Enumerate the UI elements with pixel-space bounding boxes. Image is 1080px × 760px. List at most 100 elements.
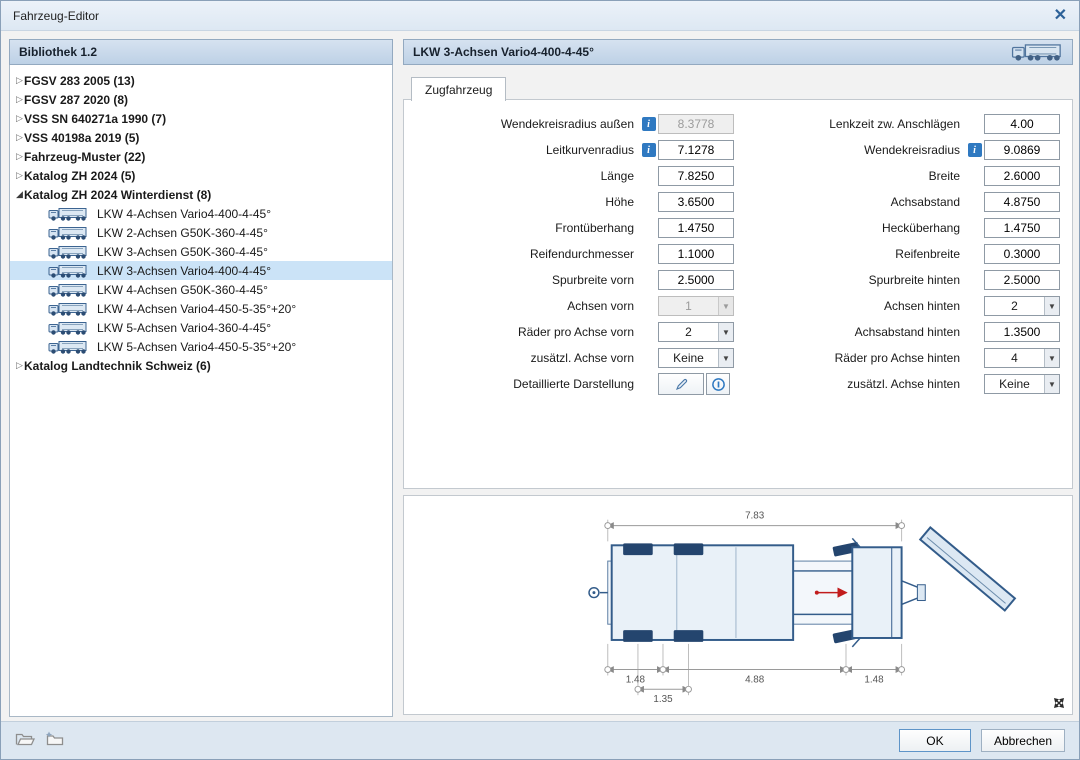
dim-front-overhang-label: 1.48 — [864, 674, 884, 685]
circle-bar-icon — [711, 377, 726, 392]
lenkzeit-input[interactable] — [984, 114, 1060, 134]
tree-item-vehicle[interactable]: LKW 4-Achsen Vario4-450-5-35°+20° — [10, 299, 392, 318]
title-bar[interactable]: Fahrzeug-Editor ✕ — [1, 1, 1079, 31]
tree-item-label: VSS SN 640271a 1990 (7) — [24, 112, 166, 126]
field-achsen-vorn: Achsen vorn 1 ▼ — [408, 296, 734, 316]
folder-open-icon[interactable] — [15, 731, 35, 750]
form-column-left: Wendekreisradius außen i Leitkurvenradiu… — [408, 114, 734, 400]
tree-item-vehicle[interactable]: LKW 4-Achsen G50K-360-4-45° — [10, 280, 392, 299]
raeder-pro-achse-vorn-select[interactable]: 2 ▼ — [658, 322, 734, 342]
spurbreite-vorn-input[interactable] — [658, 270, 734, 290]
wendekreisradius-aussen-input — [658, 114, 734, 134]
chevron-expanded-icon[interactable]: ◢ — [10, 189, 24, 200]
tree-item-fgsv-287[interactable]: ▷ FGSV 287 2020 (8) — [10, 90, 392, 109]
tree-item-vehicle[interactable]: LKW 5-Achsen Vario4-450-5-35°+20° — [10, 337, 392, 356]
tab-zugfahrzeug[interactable]: Zugfahrzeug — [411, 77, 506, 101]
tree-item-vss-640271a[interactable]: ▷ VSS SN 640271a 1990 (7) — [10, 109, 392, 128]
field-label: Reifendurchmesser — [408, 247, 639, 261]
field-label: zusätzl. Achse hinten — [734, 377, 965, 391]
chevron-down-icon[interactable]: ▼ — [1044, 297, 1059, 315]
field-leitkurvenradius: Leitkurvenradius i — [408, 140, 734, 160]
raeder-pro-achse-hinten-select[interactable]: 4 ▼ — [984, 348, 1060, 368]
chevron-down-icon: ▼ — [718, 297, 733, 315]
select-value: 2 — [985, 297, 1044, 315]
frontueberhang-input[interactable] — [658, 218, 734, 238]
field-raeder-pro-achse-vorn: Räder pro Achse vorn 2 ▼ — [408, 322, 734, 342]
truck-icon — [48, 321, 88, 335]
edit-detail-button[interactable] — [658, 373, 704, 395]
form-column-right: Lenkzeit zw. Anschlägen Wendekreisradius… — [734, 114, 1060, 400]
laenge-input[interactable] — [658, 166, 734, 186]
chevron-right-icon[interactable]: ▷ — [10, 170, 24, 181]
tree-item-fahrzeug-muster[interactable]: ▷ Fahrzeug-Muster (22) — [10, 147, 392, 166]
breite-input[interactable] — [984, 166, 1060, 186]
reifendurchmesser-input[interactable] — [658, 244, 734, 264]
dim-axle-spacing-label: 1.35 — [653, 694, 673, 705]
zusaetzl-achse-hinten-select[interactable]: Keine ▼ — [984, 374, 1060, 394]
tree-item-label: FGSV 283 2005 (13) — [24, 74, 135, 88]
hoehe-input[interactable] — [658, 192, 734, 212]
tree-item-label: Katalog ZH 2024 Winterdienst (8) — [24, 188, 211, 202]
chevron-right-icon[interactable]: ▷ — [10, 360, 24, 371]
dialog-footer: OK Abbrechen — [1, 721, 1079, 759]
tree-item-label: Katalog Landtechnik Schweiz (6) — [24, 359, 211, 373]
heckueberhang-input[interactable] — [984, 218, 1060, 238]
library-tree[interactable]: ▷ FGSV 283 2005 (13) ▷ FGSV 287 2020 (8)… — [9, 65, 393, 717]
field-frontueberhang: Frontüberhang — [408, 218, 734, 238]
ok-button[interactable]: OK — [899, 729, 971, 752]
info-icon[interactable]: i — [642, 143, 656, 157]
vehicle-top-view-drawing: 7.83 1.48 4.88 1.48 1.35 — [404, 496, 1060, 708]
field-detaillierte-darstellung: Detaillierte Darstellung — [408, 374, 734, 394]
chevron-down-icon[interactable]: ▼ — [1044, 349, 1059, 367]
chevron-right-icon[interactable]: ▷ — [10, 113, 24, 124]
chevron-right-icon[interactable]: ▷ — [10, 151, 24, 162]
truck-icon — [48, 340, 88, 354]
tree-item-label: VSS 40198a 2019 (5) — [24, 131, 139, 145]
tree-item-katalog-zh-winterdienst[interactable]: ◢ Katalog ZH 2024 Winterdienst (8) — [10, 185, 392, 204]
cancel-button[interactable]: Abbrechen — [981, 729, 1065, 752]
chevron-right-icon[interactable]: ▷ — [10, 94, 24, 105]
chevron-down-icon[interactable]: ▼ — [718, 349, 733, 367]
tree-item-vss-40198a[interactable]: ▷ VSS 40198a 2019 (5) — [10, 128, 392, 147]
achsabstand-hinten-input[interactable] — [984, 322, 1060, 342]
field-label: Achsen hinten — [734, 299, 965, 313]
tree-item-katalog-landtechnik[interactable]: ▷ Katalog Landtechnik Schweiz (6) — [10, 356, 392, 375]
field-label: Räder pro Achse hinten — [734, 351, 965, 365]
wendekreisradius-input[interactable] — [984, 140, 1060, 160]
field-label: Wendekreisradius — [734, 143, 965, 157]
resize-preview-icon[interactable] — [1052, 696, 1066, 710]
field-lenkzeit: Lenkzeit zw. Anschlägen — [734, 114, 1060, 134]
tree-item-vehicle-selected[interactable]: LKW 3-Achsen Vario4-400-4-45° — [10, 261, 392, 280]
field-wendekreisradius: Wendekreisradius i — [734, 140, 1060, 160]
tree-item-vehicle[interactable]: LKW 2-Achsen G50K-360-4-45° — [10, 223, 392, 242]
info-icon[interactable]: i — [968, 143, 982, 157]
chevron-right-icon[interactable]: ▷ — [10, 75, 24, 86]
folder-add-icon[interactable] — [45, 731, 65, 750]
tree-item-fgsv-283[interactable]: ▷ FGSV 283 2005 (13) — [10, 71, 392, 90]
truck-icon — [48, 264, 88, 278]
info-icon[interactable]: i — [642, 117, 656, 131]
tree-item-label: Katalog ZH 2024 (5) — [24, 169, 135, 183]
close-icon[interactable]: ✕ — [1054, 8, 1067, 24]
reifenbreite-input[interactable] — [984, 244, 1060, 264]
chevron-down-icon[interactable]: ▼ — [1044, 375, 1059, 393]
tree-item-katalog-zh-2024[interactable]: ▷ Katalog ZH 2024 (5) — [10, 166, 392, 185]
tree-item-vehicle[interactable]: LKW 4-Achsen Vario4-400-4-45° — [10, 204, 392, 223]
tree-item-vehicle[interactable]: LKW 5-Achsen Vario4-360-4-45° — [10, 318, 392, 337]
field-label: Räder pro Achse vorn — [408, 325, 639, 339]
chevron-right-icon[interactable]: ▷ — [10, 132, 24, 143]
truck-icon — [48, 207, 88, 221]
field-label: Frontüberhang — [408, 221, 639, 235]
tree-item-vehicle[interactable]: LKW 3-Achsen G50K-360-4-45° — [10, 242, 392, 261]
select-value: Keine — [659, 349, 718, 367]
field-label: zusätzl. Achse vorn — [408, 351, 639, 365]
select-value: Keine — [985, 375, 1044, 393]
leitkurvenradius-input[interactable] — [658, 140, 734, 160]
chevron-down-icon[interactable]: ▼ — [718, 323, 733, 341]
achsabstand-input[interactable] — [984, 192, 1060, 212]
achsen-hinten-select[interactable]: 2 ▼ — [984, 296, 1060, 316]
zusaetzl-achse-vorn-select[interactable]: Keine ▼ — [658, 348, 734, 368]
spurbreite-hinten-input[interactable] — [984, 270, 1060, 290]
tree-item-label: LKW 4-Achsen Vario4-400-4-45° — [97, 207, 271, 221]
detail-info-button[interactable] — [706, 373, 730, 395]
